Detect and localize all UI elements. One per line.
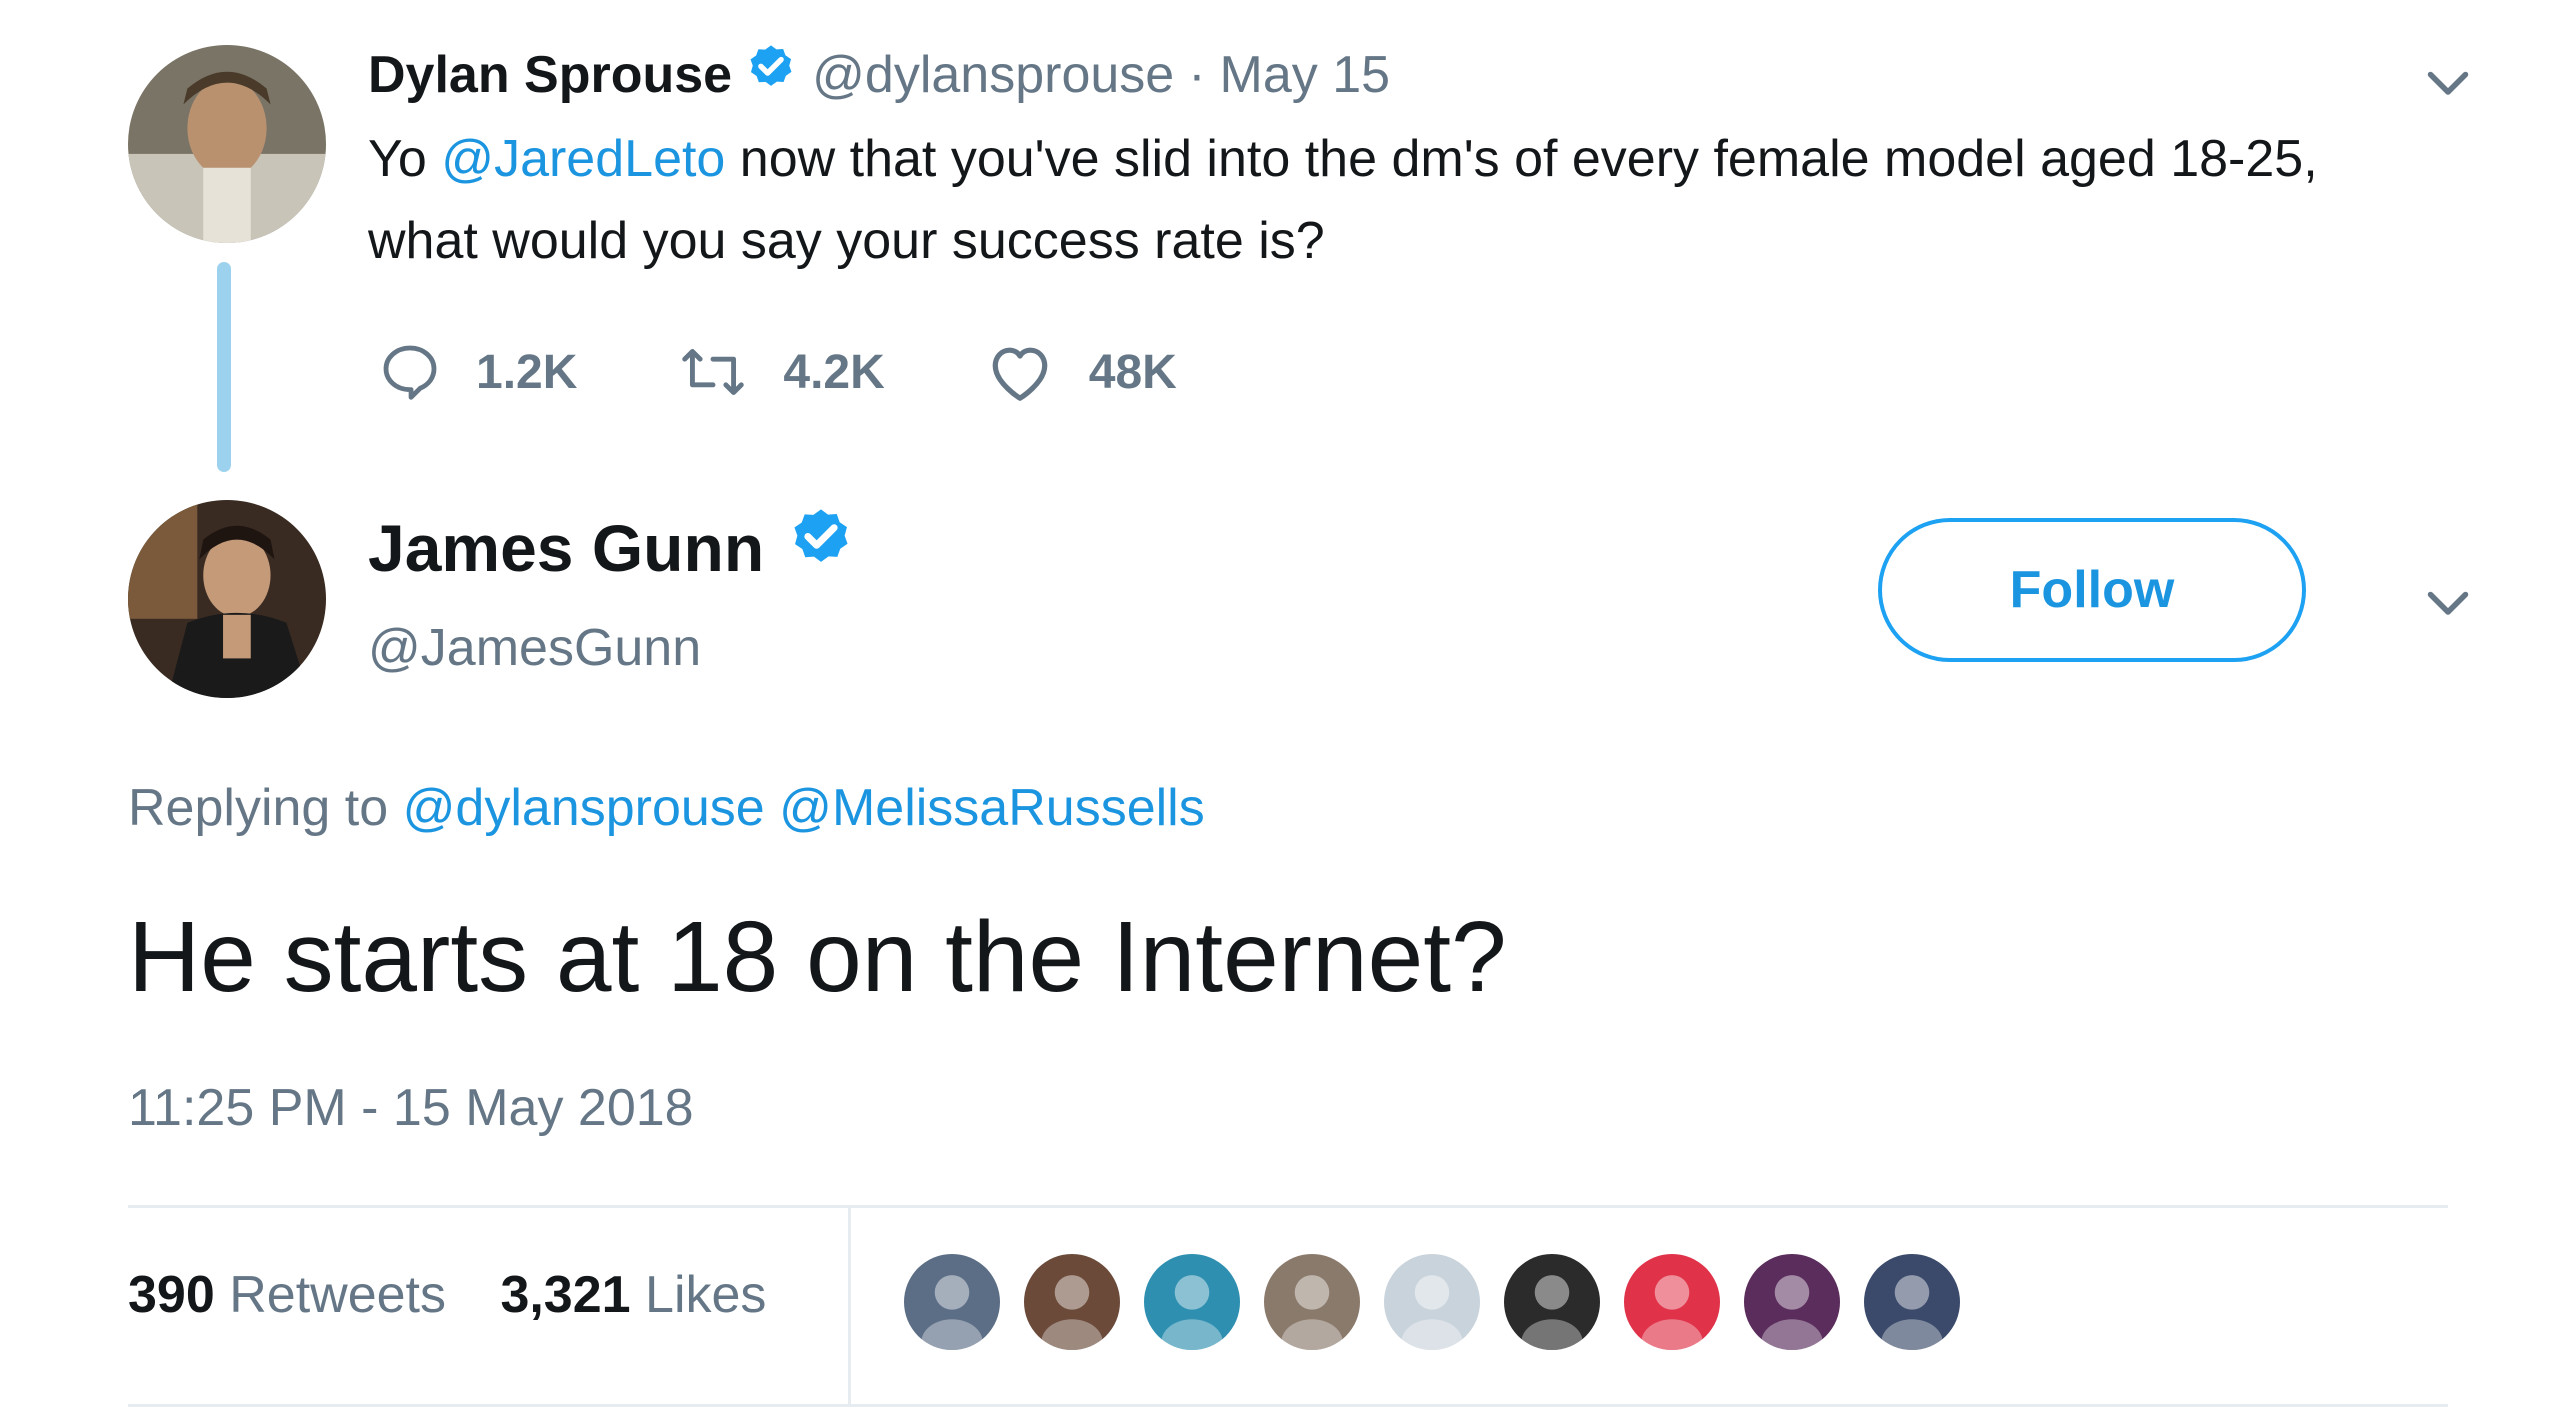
dylan-avatar[interactable] (128, 45, 326, 243)
stats-vertical-divider (848, 1206, 851, 1406)
james-avatar[interactable] (128, 500, 326, 698)
retweets-count: 390 (128, 1266, 215, 1324)
parent-date[interactable]: May 15 (1220, 45, 1391, 105)
reply-icon (383, 345, 437, 400)
verified-badge-icon (786, 505, 856, 590)
verified-badge-icon (744, 42, 798, 109)
parent-text-prefix: Yo (368, 130, 442, 188)
reply-count: 1.2K (476, 345, 578, 399)
liker-avatar-9[interactable] (1862, 1252, 1962, 1352)
heart-icon (992, 347, 1048, 401)
tweet-actions: 1.2K 4.2K 48K (378, 340, 1277, 404)
reply-author-name[interactable]: James Gunn (368, 510, 764, 586)
liker-avatar-6[interactable] (1502, 1252, 1602, 1352)
liker-avatar-4[interactable] (1262, 1252, 1362, 1352)
retweet-action[interactable]: 4.2K (677, 340, 885, 404)
retweet-count: 4.2K (783, 345, 885, 399)
liker-avatar-8[interactable] (1742, 1252, 1842, 1352)
liker-avatar-1[interactable] (902, 1252, 1002, 1352)
like-action[interactable]: 48K (985, 340, 1177, 404)
replying-to: Replying to @dylansprouse @MelissaRussel… (128, 778, 1205, 838)
parent-tweet-text: Yo @JaredLeto now that you've slid into … (368, 118, 2428, 282)
thread-line (217, 262, 231, 472)
reply-tweet-text: He starts at 18 on the Internet? (128, 901, 1507, 1013)
stats-bottom-divider (128, 1404, 2448, 1407)
parent-handle[interactable]: @dylansprouse (812, 45, 1174, 105)
replying-to-label: Replying to (128, 779, 389, 837)
likes-stat[interactable]: 3,321 Likes (500, 1266, 766, 1324)
chevron-down-icon[interactable] (2418, 52, 2478, 112)
liker-avatar-2[interactable] (1022, 1252, 1122, 1352)
parent-tweet-header: Dylan Sprouse @dylansprouse · May 15 (368, 40, 1390, 110)
follow-button[interactable]: Follow (1878, 518, 2306, 662)
reply-action[interactable]: 1.2K (378, 340, 577, 404)
replying-to-mention-1[interactable]: @dylansprouse (403, 779, 765, 837)
reply-handle[interactable]: @JamesGunn (368, 618, 701, 678)
chevron-down-icon[interactable] (2418, 572, 2478, 632)
tweet-timestamp[interactable]: 11:25 PM - 15 May 2018 (128, 1078, 694, 1138)
stats-top-divider (128, 1205, 2448, 1208)
like-count: 48K (1088, 345, 1177, 399)
likes-count: 3,321 (500, 1266, 631, 1324)
liker-avatar-3[interactable] (1142, 1252, 1242, 1352)
retweets-stat[interactable]: 390 Retweets (128, 1266, 446, 1324)
parent-author-name[interactable]: Dylan Sprouse (368, 45, 732, 105)
retweets-label: Retweets (229, 1266, 446, 1324)
header-separator: · (1188, 46, 1206, 104)
replying-to-mention-2[interactable]: @MelissaRussells (779, 779, 1205, 837)
mention-link[interactable]: @JaredLeto (441, 130, 725, 188)
tweet-stats: 390 Retweets 3,321 Likes (128, 1265, 766, 1325)
tweet-page: Dylan Sprouse @dylansprouse · May 15 Yo … (0, 0, 2560, 1414)
likes-label: Likes (645, 1266, 767, 1324)
liker-avatar-5[interactable] (1382, 1252, 1482, 1352)
liker-avatars (902, 1252, 1982, 1352)
reply-author-row: James Gunn (368, 505, 870, 590)
retweet-icon (682, 348, 745, 396)
liker-avatar-7[interactable] (1622, 1252, 1722, 1352)
